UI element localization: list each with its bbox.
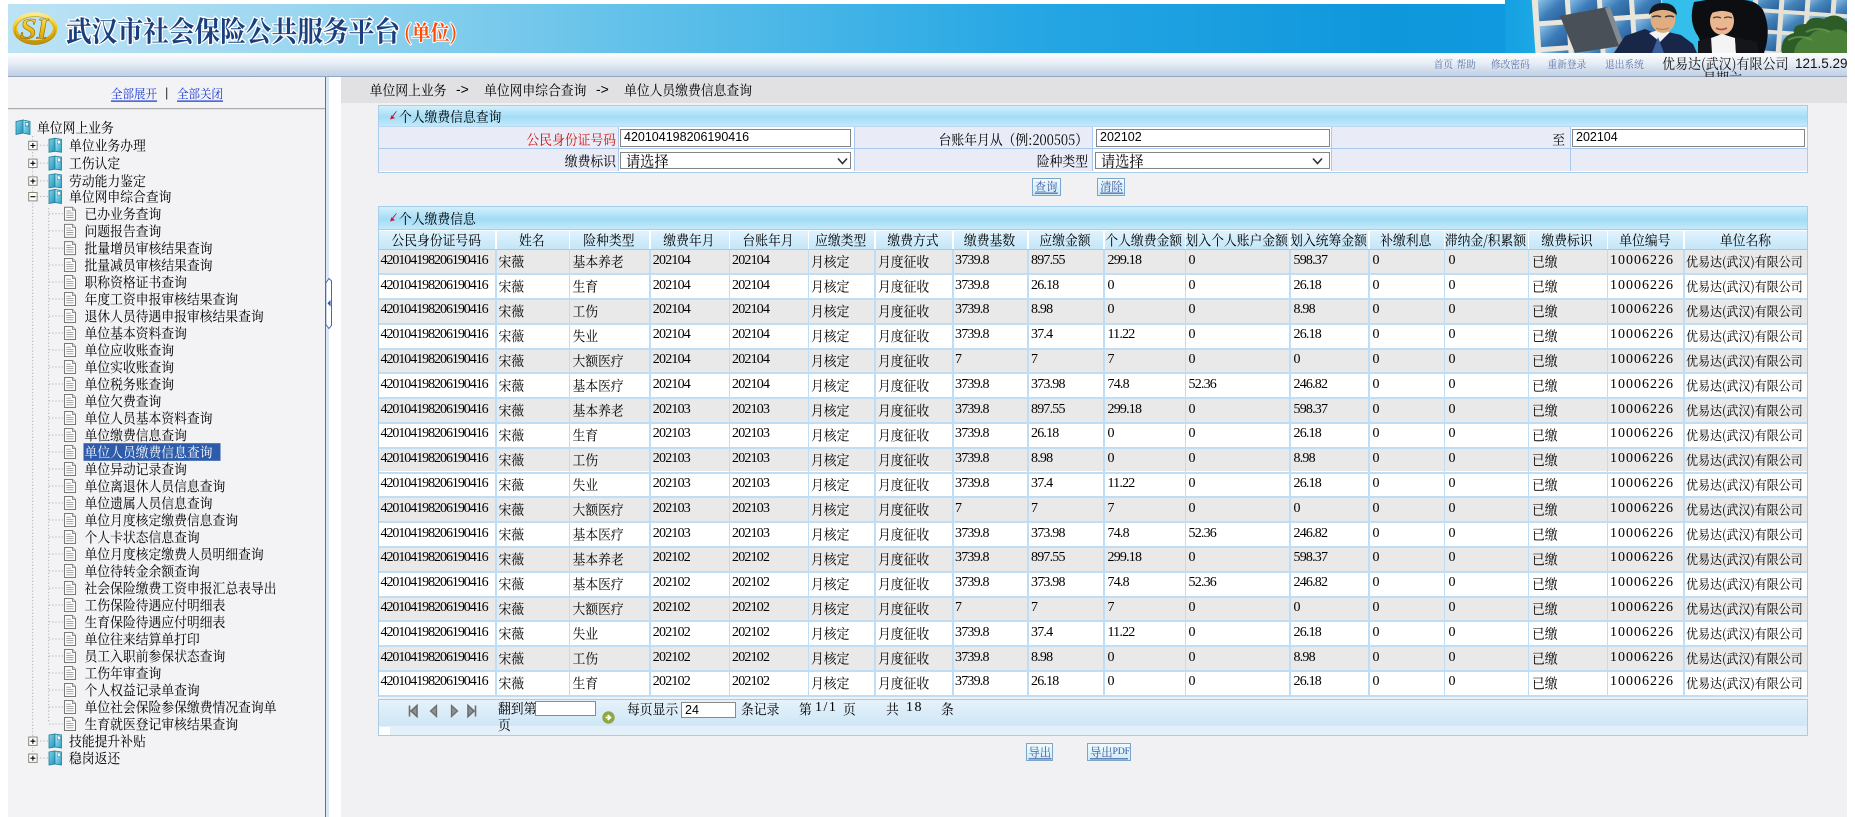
svg-text:SI: SI (20, 13, 50, 46)
